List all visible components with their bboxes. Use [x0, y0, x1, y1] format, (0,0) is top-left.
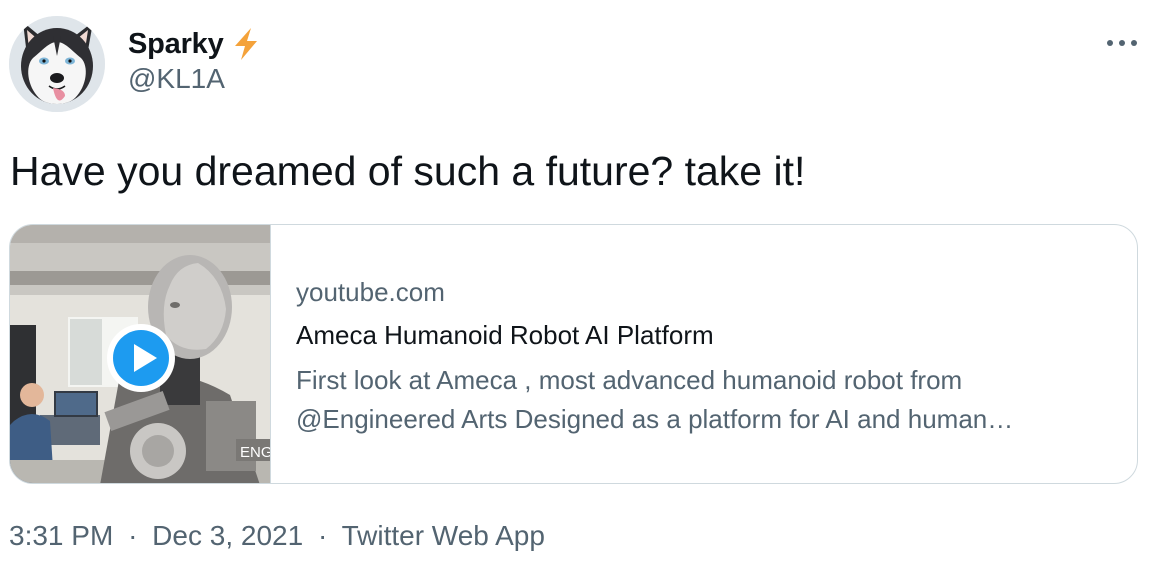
avatar[interactable]: [9, 16, 105, 112]
tweet-meta: 3:31 PM · Dec 3, 2021 · Twitter Web App: [9, 520, 545, 552]
card-thumbnail[interactable]: ENG: [10, 225, 271, 483]
link-preview-card[interactable]: ENG youtube.com Ameca Humanoid Robot AI …: [9, 224, 1138, 484]
lightning-bolt-icon: [231, 27, 261, 61]
card-description-line-1: First look at Ameca , most advanced huma…: [296, 365, 963, 395]
card-description-line-2: @Engineered Arts Designed as a platform …: [296, 404, 1014, 434]
display-name[interactable]: Sparky: [128, 28, 224, 61]
author-handle[interactable]: @KL1A: [128, 63, 225, 95]
tweet-text: Have you dreamed of such a future? take …: [10, 148, 806, 194]
meta-separator: ·: [317, 520, 328, 551]
card-description: First look at Ameca , most advanced huma…: [296, 361, 1113, 439]
play-icon: [107, 324, 175, 392]
husky-avatar-image: [9, 16, 105, 112]
tweet-time[interactable]: 3:31 PM: [9, 520, 113, 551]
author-name-row[interactable]: Sparky: [128, 24, 261, 64]
card-title: Ameca Humanoid Robot AI Platform: [296, 320, 714, 350]
more-options-button[interactable]: [1102, 28, 1142, 58]
meta-separator: ·: [128, 520, 138, 551]
thumbnail-overlay-text: ENG: [240, 444, 270, 461]
card-domain: youtube.com: [296, 277, 445, 307]
more-horizontal-icon: [1107, 40, 1137, 46]
tweet-date[interactable]: Dec 3, 2021: [152, 520, 303, 551]
card-text[interactable]: youtube.com Ameca Humanoid Robot AI Plat…: [296, 275, 1113, 439]
tweet-source[interactable]: Twitter Web App: [342, 520, 545, 551]
play-button[interactable]: [105, 322, 177, 394]
